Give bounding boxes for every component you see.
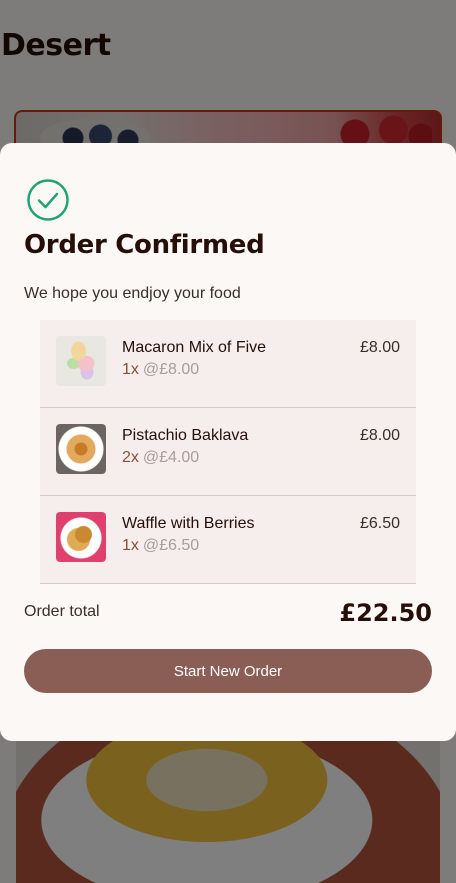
start-new-order-button[interactable]: Start New Order — [24, 649, 432, 693]
item-unit-price: @£4.00 — [142, 449, 200, 466]
item-quantity: 1x — [122, 361, 139, 378]
order-confirmed-modal: Order Confirmed We hope you endjoy your … — [0, 143, 456, 741]
check-circle-icon — [27, 179, 69, 221]
item-thumbnail — [56, 336, 106, 386]
modal-title: Order Confirmed — [24, 230, 265, 260]
order-total-label: Order total — [24, 603, 100, 620]
item-quantity: 1x — [122, 537, 139, 554]
order-item: Macaron Mix of Five 1x @£8.00 £8.00 — [40, 320, 416, 408]
order-items-list: Macaron Mix of Five 1x @£8.00 £8.00 Pista… — [40, 320, 416, 584]
item-total-price: £8.00 — [359, 427, 400, 444]
item-total-price: £8.00 — [359, 339, 400, 356]
order-item: Pistachio Baklava 2x @£4.00 £8.00 — [40, 408, 416, 496]
order-total-value: £22.50 — [339, 599, 432, 627]
item-thumbnail — [56, 424, 106, 474]
item-unit-price: @£6.50 — [142, 537, 200, 554]
item-name: Pistachio Baklava — [122, 427, 249, 444]
order-item: Waffle with Berries 1x @£6.50 £6.50 — [40, 496, 416, 584]
item-meta: 1x @£8.00 — [122, 361, 199, 379]
item-total-price: £6.50 — [359, 515, 400, 532]
item-quantity: 2x — [122, 449, 139, 466]
item-name: Macaron Mix of Five — [122, 339, 267, 356]
item-name: Waffle with Berries — [122, 515, 255, 532]
modal-subtitle: We hope you endjoy your food — [24, 285, 241, 302]
item-meta: 2x @£4.00 — [122, 449, 199, 467]
item-meta: 1x @£6.50 — [122, 537, 199, 555]
item-unit-price: @£8.00 — [142, 361, 200, 378]
item-thumbnail — [56, 512, 106, 562]
